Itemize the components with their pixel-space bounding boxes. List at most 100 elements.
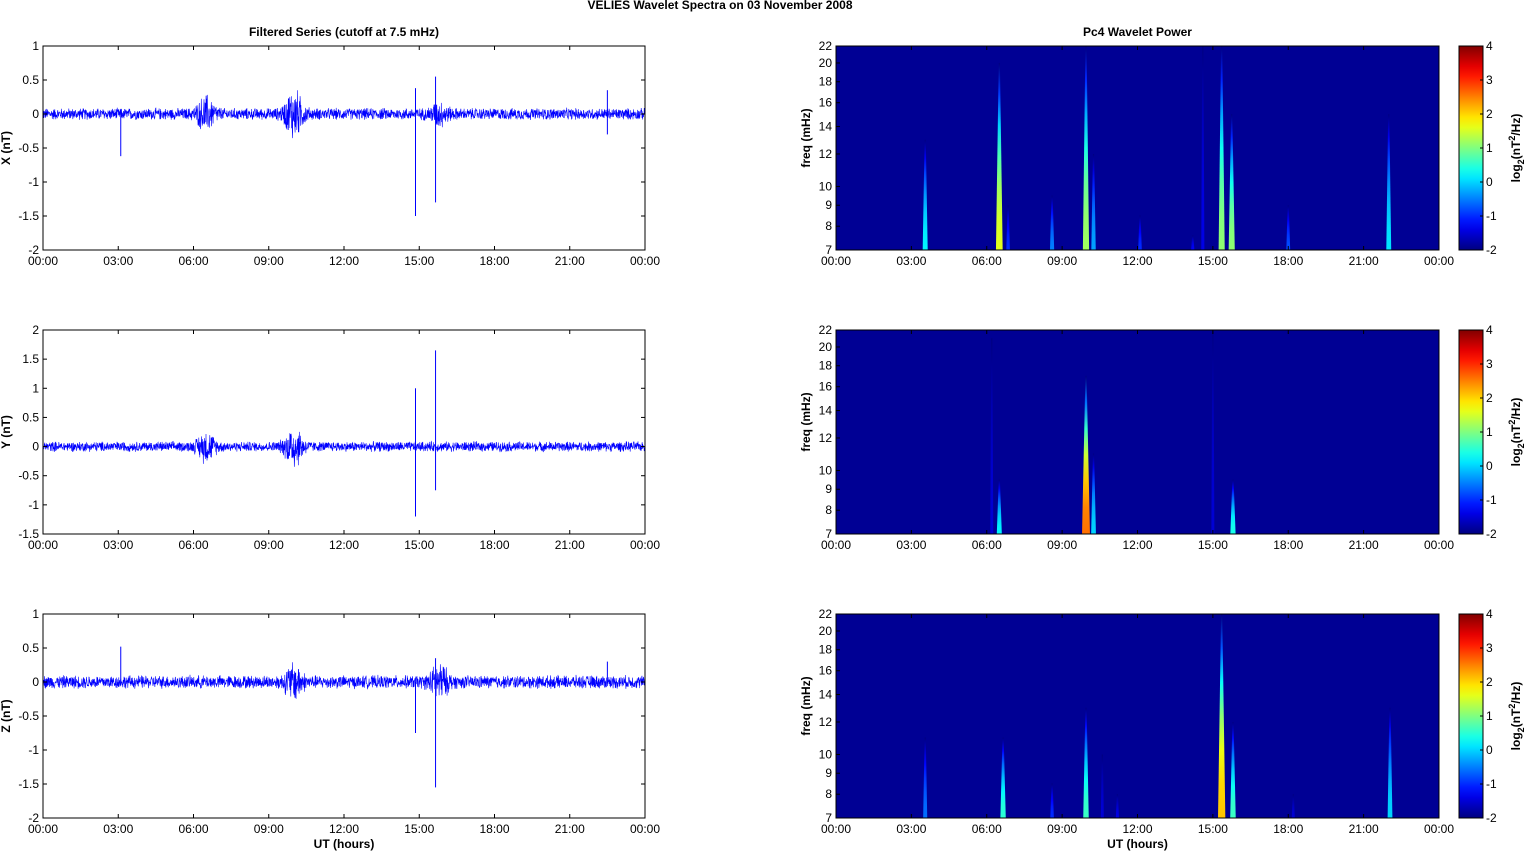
y-tick-label: 14 — [819, 404, 833, 418]
x-tick-label: 09:00 — [1047, 538, 1077, 552]
colorbar-tick-label: 0 — [1486, 743, 1493, 757]
colorbar-tick-label: 3 — [1486, 641, 1493, 655]
y-tick-label: 2 — [32, 323, 39, 337]
colorbar-tick-label: 4 — [1486, 39, 1493, 53]
y-axis-label: Y (nT) — [0, 415, 13, 449]
x-tick-label: 18:00 — [479, 538, 509, 552]
colorbar-tick-label: 3 — [1486, 73, 1493, 87]
colorbar-label-part: log — [1509, 732, 1523, 750]
y-tick-label: 16 — [819, 380, 833, 394]
y-tick-label: 18 — [819, 643, 833, 657]
x-tick-label: 12:00 — [329, 538, 359, 552]
x-tick-label: 18:00 — [479, 822, 509, 836]
spectrum-panel-y: 22201816141210987freq (mHz)43210-1-2log2… — [799, 323, 1526, 541]
x-tick-label: 00:00 — [630, 254, 660, 268]
x-tick-label: 00:00 — [1424, 538, 1454, 552]
colorbar-tick-label: -2 — [1486, 527, 1497, 541]
colorbar-tick-label: 4 — [1486, 607, 1493, 621]
x-axis-label: UT (hours) — [314, 837, 375, 851]
x-tick-label: 03:00 — [103, 822, 133, 836]
x-tick-label: 15:00 — [404, 254, 434, 268]
x-tick-label: 00:00 — [1424, 822, 1454, 836]
y-tick-label: 18 — [819, 359, 833, 373]
y-tick-label: 1 — [32, 607, 39, 621]
colorbar-tick-label: 1 — [1486, 141, 1493, 155]
x-tick-label: 06:00 — [972, 822, 1002, 836]
y-tick-label: 22 — [819, 323, 833, 337]
plot-area — [43, 46, 645, 250]
x-tick-label: 09:00 — [1047, 254, 1077, 268]
y-axis-label: X (nT) — [0, 131, 13, 165]
y-tick-label: 0.5 — [22, 73, 39, 87]
x-tick-label: 15:00 — [404, 822, 434, 836]
colorbar-tick-label: 2 — [1486, 391, 1493, 405]
y-tick-label: 16 — [819, 664, 833, 678]
x-tick-label: 03:00 — [896, 254, 926, 268]
x-tick-label: 12:00 — [329, 822, 359, 836]
y-tick-label: 1 — [32, 381, 39, 395]
y-tick-label: 8 — [825, 219, 832, 233]
x-tick-label: 03:00 — [896, 538, 926, 552]
y-tick-label: 1 — [32, 39, 39, 53]
y-tick-label: -1.5 — [18, 209, 39, 223]
x-tick-label: 12:00 — [1122, 822, 1152, 836]
x-tick-label: 00:00 — [28, 822, 58, 836]
x-tick-label: 09:00 — [254, 538, 284, 552]
x-tick-label: 06:00 — [178, 822, 208, 836]
colorbar-label: log2(nT2/Hz) — [1507, 114, 1526, 183]
y-tick-label: 14 — [819, 688, 833, 702]
x-tick-label: 18:00 — [1273, 822, 1303, 836]
y-tick-label: 8 — [825, 503, 832, 517]
x-tick-label: 21:00 — [555, 538, 585, 552]
colorbar-tick-label: 2 — [1486, 675, 1493, 689]
y-axis-label: freq (mHz) — [799, 392, 813, 451]
x-tick-label: 21:00 — [555, 254, 585, 268]
colorbar — [1458, 613, 1484, 819]
x-tick-label: 06:00 — [178, 254, 208, 268]
y-axis-label: Z (nT) — [0, 699, 13, 732]
y-tick-label: 1.5 — [22, 352, 39, 366]
colorbar-tick-label: 1 — [1486, 709, 1493, 723]
plot-area — [43, 614, 645, 818]
colorbar-label: log2(nT2/Hz) — [1507, 682, 1526, 751]
colorbar-tick-label: -1 — [1486, 209, 1497, 223]
series-panel-y: 21.510.50-0.5-1-1.5Y (nT) — [0, 323, 646, 541]
y-tick-label: -1 — [28, 498, 39, 512]
y-tick-label: 20 — [819, 624, 833, 638]
x-tick-label: 03:00 — [896, 822, 926, 836]
y-tick-label: 12 — [819, 147, 833, 161]
figure-title: VELIES Wavelet Spectra on 03 November 20… — [587, 0, 852, 12]
spectrum-panel-x: Pc4 Wavelet Power22201816141210987freq (… — [799, 25, 1526, 257]
colorbar-tick-label: -2 — [1486, 811, 1497, 825]
y-tick-label: -0.5 — [18, 469, 39, 483]
plot-area — [43, 330, 645, 534]
y-tick-label: 20 — [819, 340, 833, 354]
y-tick-label: 12 — [819, 431, 833, 445]
x-tick-label: 18:00 — [1273, 254, 1303, 268]
x-tick-label: 09:00 — [1047, 822, 1077, 836]
y-tick-label: 9 — [825, 198, 832, 212]
colorbar-label-part: /Hz) — [1509, 114, 1523, 136]
colorbar-label-part: (nT — [1509, 708, 1523, 727]
x-tick-label: 09:00 — [254, 822, 284, 836]
y-axis-label: freq (mHz) — [799, 108, 813, 167]
x-tick-label: 00:00 — [630, 538, 660, 552]
x-tick-label: 09:00 — [254, 254, 284, 268]
x-tick-label: 15:00 — [1198, 538, 1228, 552]
colorbar-label-part: /Hz) — [1509, 682, 1523, 704]
y-tick-label: -1 — [28, 743, 39, 757]
colorbar-label: log2(nT2/Hz) — [1507, 398, 1526, 467]
colorbar-tick-label: 0 — [1486, 175, 1493, 189]
x-tick-label: 03:00 — [103, 254, 133, 268]
x-tick-label: 21:00 — [1349, 254, 1379, 268]
x-tick-label: 21:00 — [1349, 538, 1379, 552]
colorbar-tick-label: -2 — [1486, 243, 1497, 257]
y-tick-label: 10 — [819, 747, 833, 761]
y-tick-label: 0 — [32, 440, 39, 454]
colorbar-label-part: log — [1509, 164, 1523, 182]
x-tick-label: 18:00 — [1273, 538, 1303, 552]
spectrum-panel-z: 22201816141210987freq (mHz)43210-1-2log2… — [799, 607, 1526, 825]
heatmap-background — [836, 330, 1439, 534]
y-tick-label: 20 — [819, 56, 833, 70]
colorbar-tick-label: 0 — [1486, 459, 1493, 473]
